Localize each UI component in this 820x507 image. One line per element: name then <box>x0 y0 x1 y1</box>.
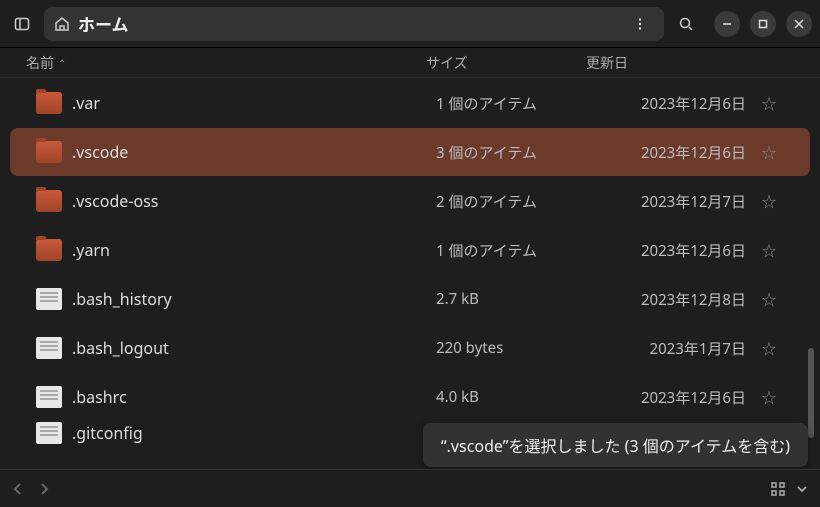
file-row[interactable]: .vscode-oss2 個のアイテム2023年12月7日 ☆ <box>10 177 810 225</box>
file-name: .yarn <box>72 239 436 261</box>
file-date: 2023年12月6日 <box>596 142 746 163</box>
file-size: 3 個のアイテム <box>436 142 596 163</box>
column-date[interactable]: 更新日 <box>586 53 794 73</box>
file-date: 2023年12月6日 <box>596 93 746 114</box>
file-row[interactable]: .yarn1 個のアイテム2023年12月6日 ☆ <box>10 226 810 274</box>
file-size: 1 個のアイテム <box>436 93 596 114</box>
addressbar[interactable]: ホーム <box>44 7 664 41</box>
home-icon <box>54 16 70 32</box>
star-button[interactable]: ☆ <box>754 240 784 261</box>
titlebar: ホーム <box>0 0 820 48</box>
file-list: .var1 個のアイテム2023年12月6日☆.vscode3 個のアイテム20… <box>0 78 820 456</box>
folder-icon <box>36 141 62 163</box>
search-button[interactable] <box>672 10 700 38</box>
file-icon <box>36 422 62 444</box>
file-row[interactable]: .vscode3 個のアイテム2023年12月6日 ☆ <box>10 128 810 176</box>
location-title: ホーム <box>78 11 129 36</box>
file-name: .bashrc <box>72 386 436 408</box>
star-button[interactable]: ☆ <box>754 93 784 114</box>
star-button[interactable]: ☆ <box>754 191 784 212</box>
file-date: 2023年12月6日 <box>596 240 746 261</box>
nav-back-button[interactable] <box>12 482 24 496</box>
file-date: 2023年12月8日 <box>596 289 746 310</box>
window-controls <box>714 11 812 37</box>
view-options-button[interactable] <box>796 483 808 495</box>
file-row[interactable]: .bash_history2.7 kB2023年12月8日 ☆ <box>10 275 810 323</box>
star-button[interactable]: ☆ <box>754 142 784 163</box>
folder-icon <box>36 239 62 261</box>
folder-icon <box>36 92 62 114</box>
columns-header: 名前 ⌃ サイズ 更新日 <box>0 48 820 78</box>
sidebar-toggle-button[interactable] <box>8 10 36 38</box>
sort-asc-icon: ⌃ <box>58 56 66 70</box>
file-row[interactable]: .var1 個のアイテム2023年12月6日 ☆ <box>10 79 810 127</box>
file-row[interactable]: .bash_logout220 bytes2023年1月7日 ☆ <box>10 324 810 372</box>
folder-icon <box>36 190 62 212</box>
file-name: .bash_history <box>72 288 436 310</box>
file-name: .gitconfig <box>72 422 436 444</box>
scrollbar-thumb[interactable] <box>808 348 814 438</box>
column-name-label: 名前 <box>26 53 54 73</box>
star-button[interactable]: ☆ <box>754 387 784 408</box>
star-button[interactable]: ☆ <box>754 338 784 359</box>
file-icon <box>36 288 62 310</box>
file-size: 220 bytes <box>436 338 596 358</box>
column-name[interactable]: 名前 ⌃ <box>26 53 426 73</box>
file-name: .bash_logout <box>72 337 436 359</box>
column-size[interactable]: サイズ <box>426 53 586 73</box>
file-size: 2 個のアイテム <box>436 191 596 212</box>
kebab-menu-button[interactable] <box>626 10 654 38</box>
file-size: 1 個のアイテム <box>436 240 596 261</box>
close-button[interactable] <box>786 11 812 37</box>
file-name: .vscode <box>72 141 436 163</box>
file-name: .var <box>72 92 436 114</box>
star-button[interactable]: ☆ <box>754 289 784 310</box>
file-row[interactable]: .bashrc4.0 kB2023年12月6日 ☆ <box>10 373 810 421</box>
file-date: 2023年12月7日 <box>596 191 746 212</box>
file-icon <box>36 386 62 408</box>
file-name: .vscode-oss <box>72 190 436 212</box>
file-size: 2.7 kB <box>436 289 596 309</box>
grid-view-icon[interactable] <box>770 481 786 497</box>
file-date: 2023年1月7日 <box>596 338 746 359</box>
file-size: 4.0 kB <box>436 387 596 407</box>
minimize-button[interactable] <box>714 11 740 37</box>
bottombar <box>0 469 820 507</box>
maximize-button[interactable] <box>750 11 776 37</box>
nav-forward-button[interactable] <box>38 482 50 496</box>
selection-toast: “.vscode”を選択しました (3 個のアイテムを含む) <box>423 423 808 467</box>
file-icon <box>36 337 62 359</box>
file-date: 2023年12月6日 <box>596 387 746 408</box>
